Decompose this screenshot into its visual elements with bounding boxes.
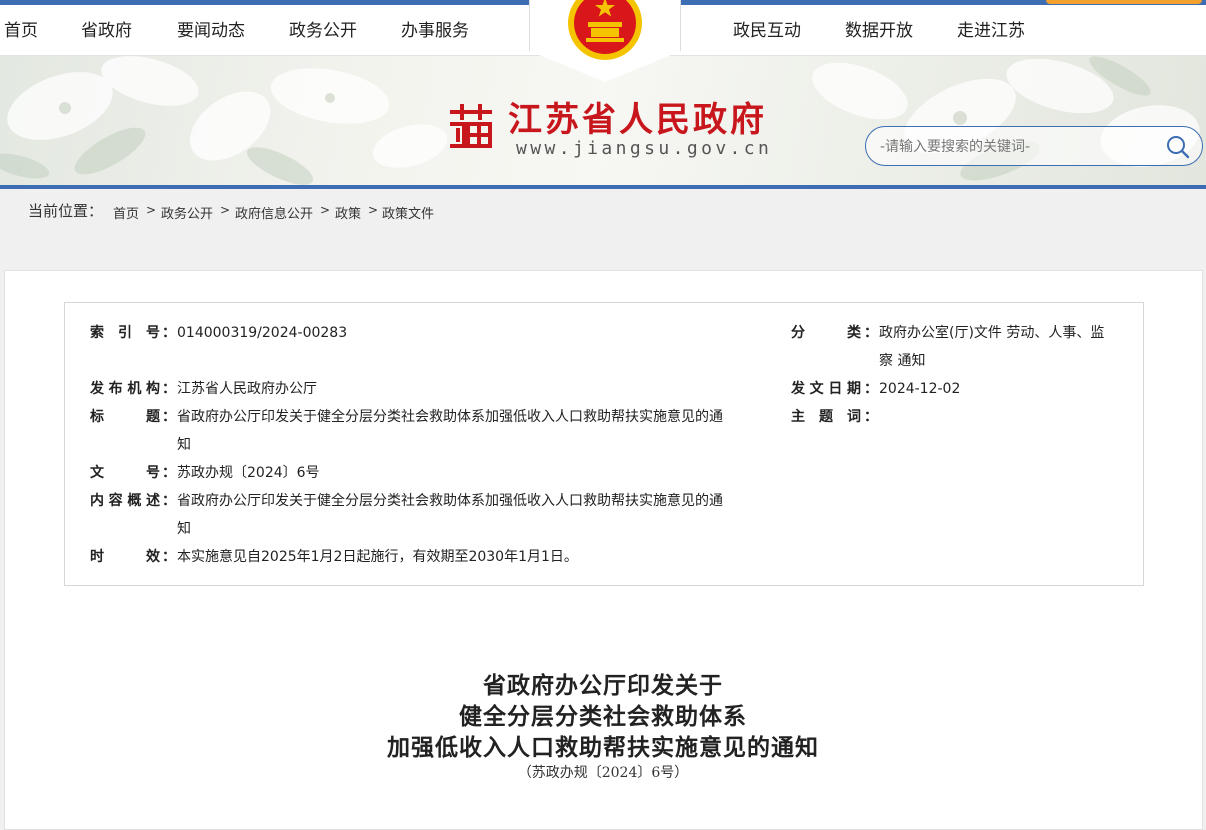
nav-item-interaction[interactable]: 政民互动 [733,5,801,55]
index-number-label: 索引号 [90,325,160,341]
keywords-label: 主题词 [791,409,861,425]
info-colon: ： [162,549,176,565]
nav-item-services[interactable]: 办事服务 [401,5,469,55]
title-value-line-2: 知 [177,437,191,453]
nav-item-news[interactable]: 要闻动态 [177,5,245,55]
info-colon: ： [162,325,176,341]
search-box [865,126,1203,166]
breadcrumb-government-affairs[interactable]: 政务公开 [161,203,213,222]
info-colon: ： [864,325,878,341]
national-emblem-icon [568,0,642,60]
nav-item-home[interactable]: 首页 [4,5,38,55]
issue-date-value: 2024-12-02 [879,381,961,397]
summary-value-line-2: 知 [177,521,191,537]
info-colon: ： [864,409,878,425]
site-title: 江苏省人民政府 [508,100,767,140]
category-value-line-1: 政府办公室(厅)文件 劳动、人事、监 [879,325,1105,341]
issue-date-label: 发文日期 [791,381,861,397]
category-label: 分类 [791,325,861,341]
top-accent-tab [1046,0,1202,4]
info-colon: ： [864,381,878,397]
jiangsu-su-logo-icon [450,104,492,148]
summary-value-line-1: 省政府办公厅印发关于健全分层分类社会救助体系加强低收入人口救助帮扶实施意见的通 [177,493,723,509]
info-colon: ： [162,381,176,397]
validity-value: 本实施意见自2025年1月2日起施行，有效期至2030年1月1日。 [177,549,578,565]
document-number-label: 文号 [90,465,160,481]
document-number-value: 苏政办规〔2024〕6号 [177,465,320,481]
breadcrumb-separator: > [146,203,157,217]
title-label: 标题 [90,409,160,425]
summary-label: 内容概述 [90,493,160,509]
search-icon[interactable] [1165,134,1191,160]
breadcrumb-policy-documents[interactable]: 政策文件 [382,203,434,222]
category-value-line-2: 察 通知 [879,353,926,369]
nav-item-provincial-government[interactable]: 省政府 [81,5,132,55]
document-title-line-2: 健全分层分类社会救助体系 [459,703,747,730]
breadcrumb-information-disclosure[interactable]: 政府信息公开 [235,203,313,222]
breadcrumb-separator: > [320,203,331,217]
breadcrumb-separator: > [220,203,231,217]
index-number-value: 014000319/2024-00283 [177,325,348,341]
search-input[interactable] [878,133,1162,161]
validity-label: 时效 [90,549,160,565]
title-value-line-1: 省政府办公厅印发关于健全分层分类社会救助体系加强低收入人口救助帮扶实施意见的通 [177,409,723,425]
document-number: （苏政办规〔2024〕6号） [517,765,689,781]
document-title-line-1: 省政府办公厅印发关于 [483,672,723,699]
info-colon: ： [162,493,176,509]
nav-item-open-data[interactable]: 数据开放 [845,5,913,55]
breadcrumb-policy[interactable]: 政策 [335,203,361,222]
info-colon: ： [162,409,176,425]
nav-item-about-jiangsu[interactable]: 走进江苏 [957,5,1025,55]
nav-item-government-affairs[interactable]: 政务公开 [289,5,357,55]
site-domain: www.jiangsu.gov.cn [516,138,773,159]
breadcrumb-home[interactable]: 首页 [113,203,139,222]
issuer-label: 发布机构 [90,381,160,397]
issuer-value: 江苏省人民政府办公厅 [177,381,317,397]
document-title-line-3: 加强低收入人口救助帮扶实施意见的通知 [387,734,819,761]
breadcrumb: 当前位置： 首页 > 政务公开 > 政府信息公开 > 政策 > 政策文件 [0,189,1206,231]
breadcrumb-separator: > [368,203,379,217]
breadcrumb-label: 当前位置： [28,202,104,220]
info-colon: ： [162,465,176,481]
